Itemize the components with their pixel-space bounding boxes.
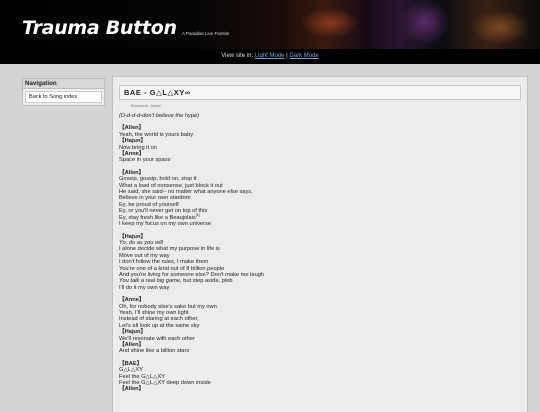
lyric-text: Ey, or you'll never get on top of this	[119, 208, 208, 215]
navigation-title: Navigation	[23, 79, 104, 89]
romanize-credit: Romanize: Jakkie	[131, 104, 161, 108]
singer-label: 【Allen】	[119, 386, 145, 393]
light-mode-link[interactable]: Light Mode	[255, 53, 285, 59]
lyric-text: Yeah, I'll shine my own light	[119, 309, 189, 316]
mode-bar-label: View site in:	[221, 53, 254, 59]
lyric-text: Ey, be proud of yourself	[119, 201, 179, 208]
song-title: BAE - G△L△XY∞	[119, 85, 521, 100]
lyric-text: Instead of staring at each other,	[119, 316, 199, 323]
lyric-text: Move out of my way	[119, 252, 170, 259]
lyric-text: G△L△XY	[119, 367, 143, 374]
site-subtitle: A Paradise Live Fansite	[182, 31, 230, 36]
lyric-text: I'll do it my own way	[119, 284, 170, 291]
lyric-text: What a load of nonsense, just block it o…	[119, 182, 223, 189]
site-banner: Trauma Button A Paradise Live Fansite	[0, 0, 540, 49]
lyric-text: We'll resonate with each other	[119, 335, 195, 342]
lyric-text: He said, she said-- no matter what anyon…	[119, 189, 253, 196]
lyric-text: Believe in your own stardom	[119, 195, 191, 202]
song-content: BAE - G△L△XY∞ Romanize: Jakkie (D-d-d-d-…	[112, 76, 528, 412]
lyric-text: Yeah, the world is yours baby	[119, 131, 194, 138]
lyric-line: I'll do it my own way	[119, 285, 527, 291]
lyric-text: Now bring it on	[119, 144, 157, 151]
lyric-text: Feel the G△L△XY	[119, 373, 166, 380]
site-title[interactable]: Trauma Button	[22, 17, 177, 39]
lyric-text: Gossip, gossip, hold on, stop it	[119, 176, 197, 183]
lyrics-stanza: 【BAE】 G△L△XY Feel the G△L△XY Feel the G△L△X…	[119, 361, 527, 393]
lyric-line: I keep my focus on my own universe	[119, 221, 527, 227]
lyric-text: And you're living for someone else? Don'…	[119, 271, 265, 278]
lyrics-intro: (D-d-d-d-don't believe the hype)	[119, 113, 200, 119]
lyric-line: Space in your space	[119, 157, 527, 163]
lyric-text: I keep my focus on my own universe	[119, 221, 211, 228]
lyric-text: You're one of a kind out of 8 billion pe…	[119, 265, 225, 272]
banner-art	[470, 10, 530, 45]
lyrics-body: (D-d-d-d-don't believe the hype) 【Allen】…	[119, 113, 527, 393]
back-to-song-index-link[interactable]: Back to Song index	[25, 91, 102, 103]
footnote-ref[interactable]: [1]	[196, 213, 200, 217]
lyric-text: I alone decide what my purpose in life i…	[119, 246, 220, 253]
lyric-line: And shine like a billion stars	[119, 348, 527, 354]
lyric-text: I don't follow the rules, I make them	[119, 259, 209, 266]
lyrics-stanza: 【Allen】 Gossip, gossip, hold on, stop it W…	[119, 170, 527, 228]
banner-art	[400, 0, 450, 45]
lyric-text: Ey, stay fresh like a Beaujolais	[119, 214, 196, 221]
lyric-italic-part: You talk a real big game,	[119, 278, 182, 285]
lyric-text: And shine like a billion stars	[119, 348, 190, 355]
lyrics-stanza: 【Anne】 Oh, for nobody else's sake but my …	[119, 297, 527, 355]
lyric-text: Let's all look up at the same sky	[119, 322, 200, 329]
lyric-plain-part: but step aside, pleb	[181, 278, 233, 285]
navigation-panel: Navigation Back to Song index	[22, 78, 105, 106]
banner-art	[300, 8, 360, 38]
lyric-text: Space in your space	[119, 157, 171, 164]
lyrics-stanza: 【Hajun】 Yo, do as you will I alone decide …	[119, 234, 527, 292]
dark-mode-link[interactable]: Dark Mode	[289, 53, 318, 59]
lyric-text: Oh, for nobody else's sake but my own	[119, 303, 217, 310]
mode-bar: View site in: Light Mode | Dark Mode	[0, 49, 540, 64]
lyrics-stanza: 【Allen】 Yeah, the world is yours baby 【Haj…	[119, 125, 527, 163]
